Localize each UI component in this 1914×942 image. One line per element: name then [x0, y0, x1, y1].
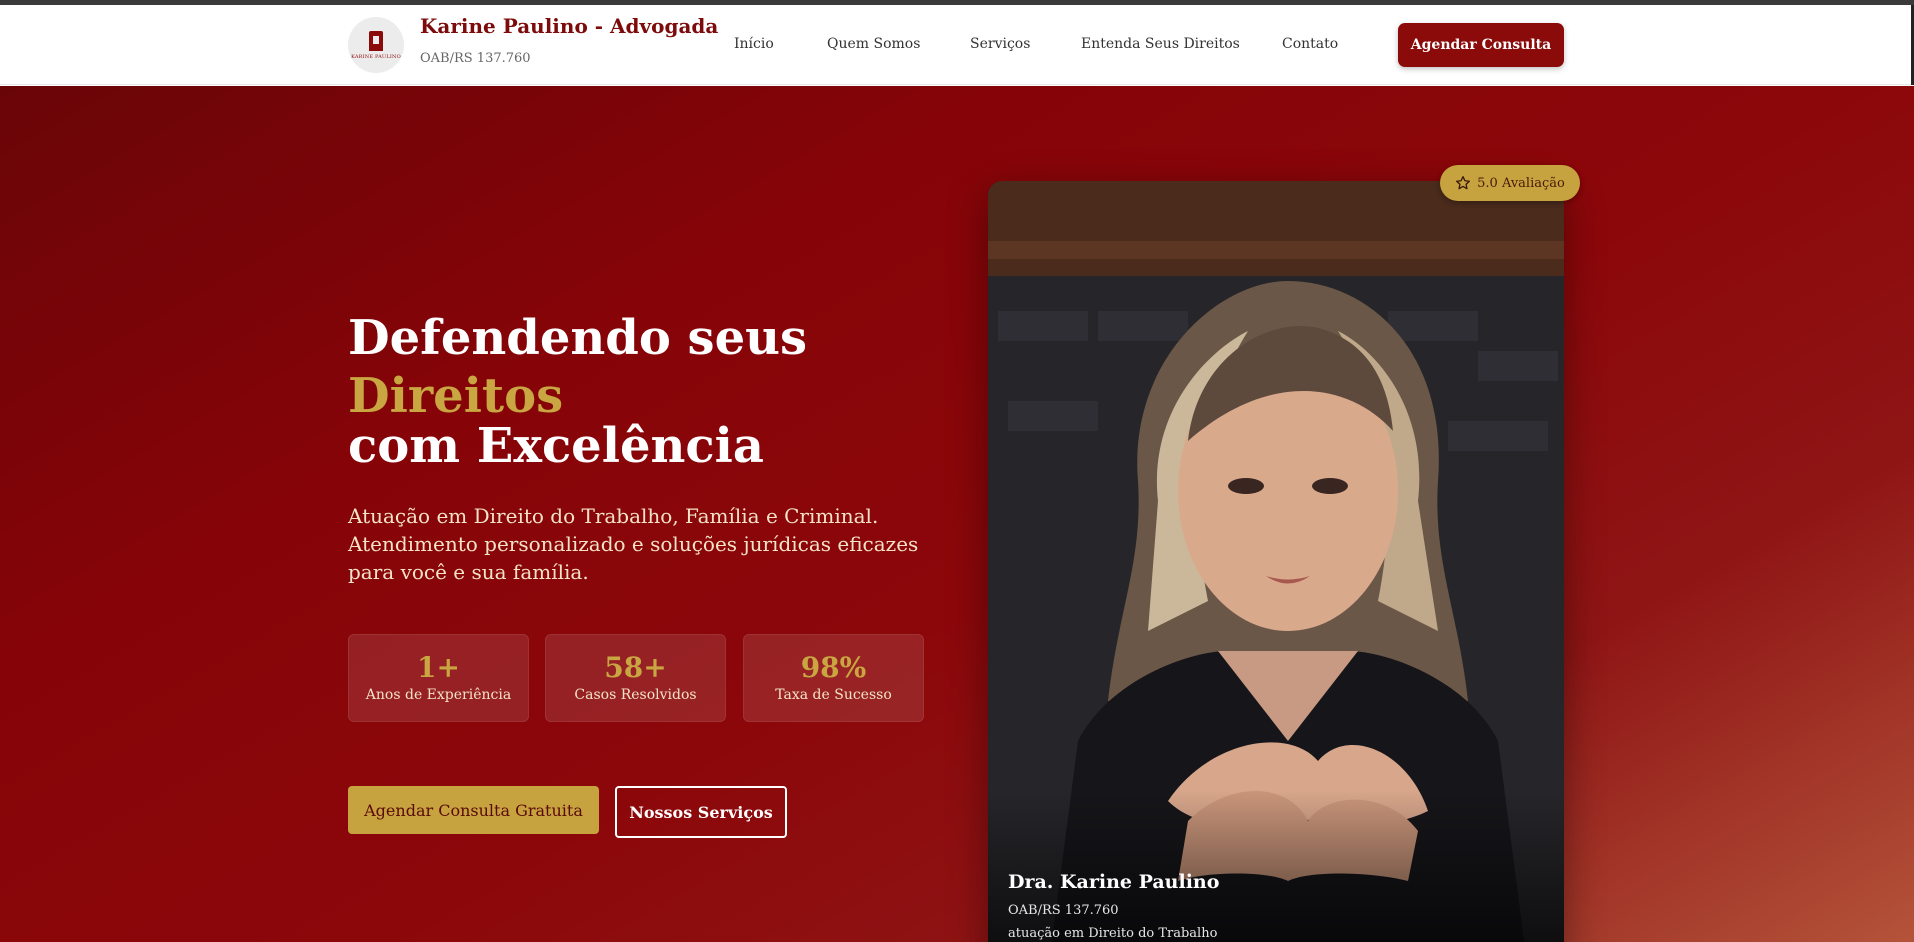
stat-value: 98%: [800, 650, 867, 684]
stat-label: Anos de Experiência: [365, 687, 512, 704]
nav-link-quem-somos[interactable]: Quem Somos: [827, 36, 920, 52]
rating-badge: 5.0 Avaliação: [1440, 165, 1580, 201]
law-firm-logo-icon: [369, 30, 383, 51]
hero-title: Defendendo seus Direitos com Excelência: [348, 314, 807, 470]
logo[interactable]: KARINE PAULINO: [348, 17, 404, 73]
logo-text: KARINE PAULINO: [351, 53, 401, 60]
brand-name[interactable]: Karine Paulino - Advogada: [420, 14, 718, 38]
stat-card-cases: 58+ Casos Resolvidos: [545, 634, 726, 722]
nav-link-servicos[interactable]: Serviços: [970, 36, 1030, 52]
stat-value: 58+: [604, 650, 667, 684]
portrait-name: Dra. Karine Paulino: [1008, 871, 1220, 893]
stat-value: 1+: [417, 650, 460, 684]
nossos-servicos-button[interactable]: Nossos Serviços: [615, 786, 787, 838]
stat-card-experience: 1+ Anos de Experiência: [348, 634, 529, 722]
portrait-practice-area: atuação em Direito do Trabalho: [1008, 926, 1218, 941]
hero-title-line-3: com Excelência: [348, 418, 764, 474]
portrait-oab: OAB/RS 137.760: [1008, 903, 1119, 918]
site-header: KARINE PAULINO Karine Paulino - Advogada…: [0, 5, 1914, 85]
stat-label: Taxa de Sucesso: [775, 687, 892, 704]
stat-label: Casos Resolvidos: [574, 687, 697, 704]
portrait-caption-shade: [988, 791, 1564, 942]
hero-title-line-1: Defendendo seus: [348, 310, 808, 366]
agendar-consulta-button[interactable]: Agendar Consulta: [1398, 23, 1564, 67]
rating-text: 5.0 Avaliação: [1477, 175, 1565, 191]
nav-link-contato[interactable]: Contato: [1282, 36, 1338, 52]
hero-section: Defendendo seus Direitos com Excelência …: [0, 86, 1914, 942]
star-outline-icon: [1456, 176, 1471, 190]
hero-subtitle: Atuação em Direito do Trabalho, Família …: [348, 504, 919, 584]
nav-link-inicio[interactable]: Início: [734, 36, 774, 52]
stat-card-success-rate: 98% Taxa de Sucesso: [743, 634, 924, 722]
agendar-consulta-gratuita-button[interactable]: Agendar Consulta Gratuita: [348, 786, 599, 834]
nav-link-entenda-seus-direitos[interactable]: Entenda Seus Direitos: [1081, 36, 1240, 52]
hero-title-highlight: Direitos: [348, 368, 564, 424]
brand-oab: OAB/RS 137.760: [420, 51, 531, 66]
lawyer-portrait: Dra. Karine Paulino OAB/RS 137.760 atuaç…: [988, 181, 1564, 942]
